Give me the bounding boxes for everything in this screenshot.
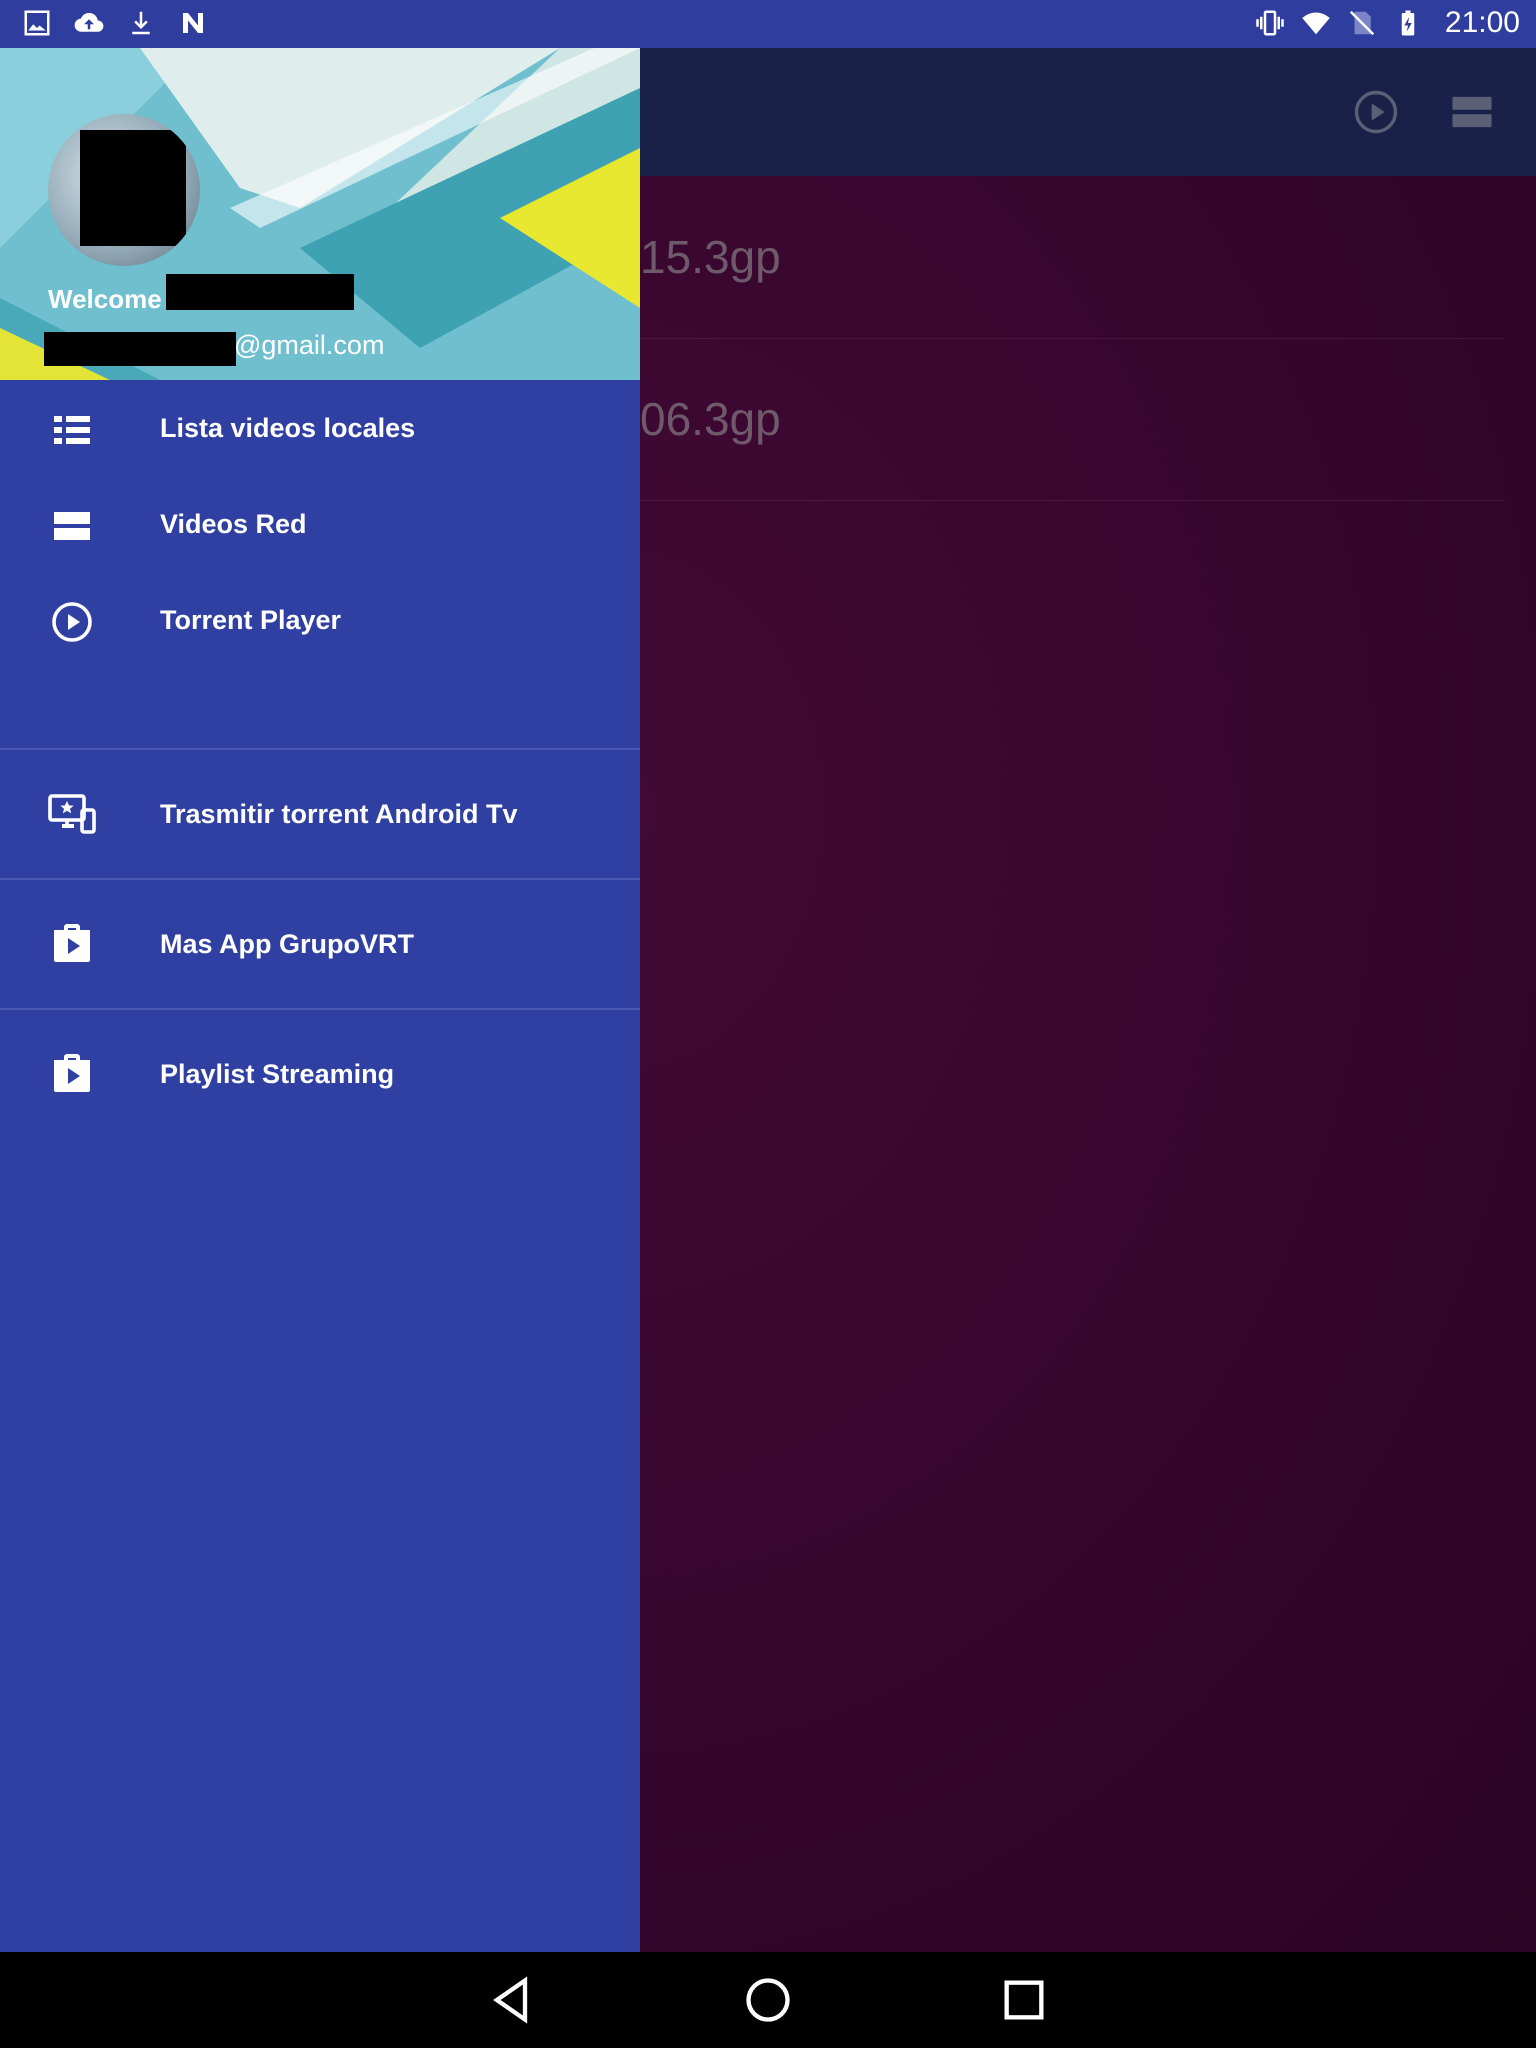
image-icon (24, 10, 50, 36)
view-stream-icon (54, 512, 90, 540)
list-icon (54, 416, 90, 444)
drawer-item-label: Videos Red (160, 509, 307, 539)
drawer-item-playlist-streaming[interactable]: Playlist Streaming (0, 1010, 640, 1138)
drawer-header: Welcome @gmail.com (0, 48, 640, 380)
list-item[interactable]: 06.3gp (640, 338, 1504, 501)
drawer-item-videos-red[interactable]: Videos Red (0, 476, 640, 572)
list-item[interactable]: 15.3gp (640, 176, 1504, 339)
drawer-item-trasmitir-torrent-android-tv[interactable]: Trasmitir torrent Android Tv (0, 750, 640, 878)
drawer-item-label: Trasmitir torrent Android Tv (160, 799, 518, 829)
download-icon (132, 11, 150, 35)
shop-icon (54, 924, 90, 962)
drawer-item-lista-videos-locales[interactable]: Lista videos locales (0, 380, 640, 476)
back-icon[interactable] (486, 1974, 538, 2026)
drawer-item-mas-app-grupovrt[interactable]: Mas App GrupoVRT (0, 880, 640, 1008)
status-time: 21:00 (1444, 6, 1520, 39)
n-app-icon (183, 13, 203, 33)
drawer-item-label: Playlist Streaming (160, 1059, 395, 1089)
drawer-item-torrent-player[interactable]: Torrent Player (0, 572, 640, 668)
redaction (80, 130, 186, 246)
recents-icon[interactable] (998, 1974, 1050, 2026)
status-bar: 21:00 (0, 0, 1536, 48)
drawer-item-label: Mas App GrupoVRT (160, 929, 414, 959)
shop-icon (54, 1054, 90, 1092)
redaction (44, 332, 236, 366)
file-name: 06.3gp (640, 393, 781, 445)
avatar[interactable] (48, 114, 200, 266)
file-name: 15.3gp (640, 231, 781, 283)
navigation-drawer: Welcome @gmail.com Lista videos locales … (0, 48, 640, 1952)
cast-devices-icon (48, 794, 96, 834)
wifi-icon (1302, 12, 1330, 35)
drawer-item-label: Torrent Player (160, 605, 342, 635)
system-nav-bar (0, 1952, 1536, 2048)
view-stream-icon[interactable] (1446, 86, 1498, 138)
battery-charging-icon (1401, 10, 1415, 36)
no-sim-icon (1349, 10, 1375, 36)
home-icon[interactable] (742, 1974, 794, 2026)
cloud-upload-icon (74, 12, 104, 32)
vibrate-icon (1256, 10, 1284, 36)
welcome-text: Welcome (48, 284, 162, 314)
redaction (166, 274, 354, 310)
drawer-item-label: Lista videos locales (160, 413, 416, 443)
email-text: @gmail.com (234, 330, 385, 360)
play-circle-icon[interactable] (1350, 86, 1402, 138)
play-circle-icon (52, 602, 92, 642)
